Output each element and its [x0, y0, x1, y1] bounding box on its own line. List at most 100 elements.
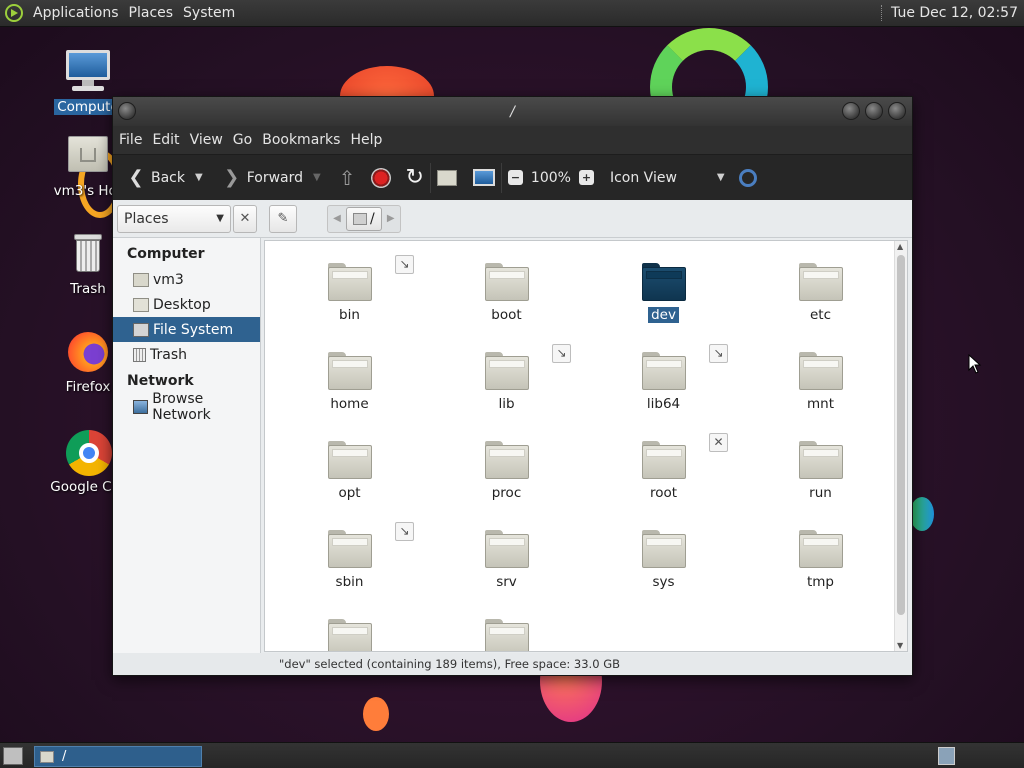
path-crumb-root[interactable]: / — [346, 206, 382, 231]
os-logo-icon[interactable] — [5, 4, 23, 22]
file-item[interactable]: boot — [428, 259, 585, 348]
file-item[interactable]: ↘ lib64 — [585, 344, 742, 437]
file-item[interactable]: mnt — [742, 348, 899, 437]
icon-view[interactable]: ↘ bin boot dev etc home ↘ lib ↘ lib64 mnt opt proc ✕ r… — [264, 240, 908, 652]
folder-icon — [327, 352, 372, 390]
menu-edit[interactable]: Edit — [148, 132, 183, 148]
chevron-down-icon: ▼ — [216, 213, 224, 224]
show-desktop-icon[interactable] — [3, 747, 23, 765]
file-item[interactable]: ↘ lib — [428, 344, 585, 437]
up-arrow-icon[interactable]: ⇧ — [339, 166, 356, 190]
folder-icon — [327, 530, 372, 568]
file-item[interactable]: srv — [428, 526, 585, 615]
places-menu[interactable]: Places — [125, 5, 178, 21]
menu-help[interactable]: Help — [346, 132, 386, 148]
folder-icon — [327, 441, 372, 479]
file-item[interactable] — [271, 615, 428, 651]
file-item[interactable]: opt — [271, 437, 428, 526]
home-icon[interactable] — [436, 169, 457, 186]
forward-history-dropdown[interactable]: ▼ — [313, 172, 321, 183]
view-mode-select[interactable]: Icon View — [610, 170, 677, 186]
minimize-button[interactable] — [842, 102, 860, 120]
zoom-in-icon[interactable]: + — [578, 170, 594, 185]
close-button[interactable] — [888, 102, 906, 120]
close-sidebar-icon[interactable]: ✕ — [233, 204, 257, 233]
file-item[interactable]: run — [742, 437, 899, 526]
zoom-level: 100% — [530, 169, 571, 186]
maximize-button[interactable] — [865, 102, 883, 120]
edit-location-icon[interactable]: ✎ — [269, 204, 297, 233]
view-mode-dropdown-icon[interactable]: ▼ — [717, 172, 725, 183]
forward-button[interactable]: ❯ Forward — [217, 161, 307, 195]
vertical-scrollbar[interactable]: ▲ ▼ — [894, 241, 907, 651]
stop-icon[interactable] — [371, 167, 392, 188]
content-area: Computer vm3 Desktop File System Trash N… — [113, 238, 912, 675]
scrollbar-thumb[interactable] — [897, 255, 905, 615]
sidebar-item-vm3[interactable]: vm3 — [113, 267, 260, 292]
file-item[interactable]: ✕ root — [585, 433, 742, 526]
reload-icon[interactable]: ↻ — [405, 165, 423, 190]
file-name: dev — [648, 307, 679, 323]
file-name: sys — [652, 574, 675, 590]
folder-icon — [798, 530, 843, 568]
file-name: root — [649, 485, 678, 501]
scroll-up-icon[interactable]: ▲ — [897, 242, 903, 251]
search-icon[interactable] — [738, 168, 757, 187]
sidebar-item-trash[interactable]: Trash — [113, 342, 260, 367]
toolbar-separator — [429, 162, 431, 193]
taskbar-window-button[interactable]: / — [34, 746, 202, 767]
file-name: bin — [339, 307, 360, 323]
sidebar-item-file-system[interactable]: File System — [113, 317, 260, 342]
file-item[interactable]: etc — [742, 259, 899, 348]
file-grid: ↘ bin boot dev etc home ↘ lib ↘ lib64 mnt opt proc ✕ r… — [271, 255, 895, 651]
no-access-emblem-icon: ✕ — [709, 433, 728, 452]
menu-view[interactable]: View — [186, 132, 227, 148]
desktop-icon-label: Trash — [70, 281, 106, 297]
file-item[interactable] — [428, 615, 585, 651]
symlink-emblem-icon: ↘ — [395, 255, 414, 274]
desktop-folder-icon — [133, 297, 149, 312]
menu-bookmarks[interactable]: Bookmarks — [258, 132, 344, 148]
folder-icon — [641, 352, 686, 390]
chrome-icon — [64, 430, 112, 476]
path-right-arrow-icon[interactable]: ▶ — [382, 213, 400, 224]
file-item[interactable]: ↘ bin — [271, 255, 428, 348]
back-label: Back — [151, 169, 185, 186]
folder-icon — [484, 530, 529, 568]
sidebar-item-browse-network[interactable]: Browse Network — [113, 391, 260, 423]
clock[interactable]: Tue Dec 12, 02:57 — [891, 5, 1018, 21]
home-icon — [133, 272, 149, 287]
system-menu[interactable]: System — [179, 5, 239, 21]
menu-file[interactable]: File — [115, 132, 146, 148]
network-icon — [133, 399, 149, 414]
applications-menu[interactable]: Applications — [29, 5, 123, 21]
desktop-icon-label: Firefox — [65, 379, 111, 395]
file-name: proc — [491, 485, 522, 501]
menu-go[interactable]: Go — [229, 132, 256, 148]
scroll-down-icon[interactable]: ▼ — [897, 641, 903, 650]
workspace-switcher[interactable] — [938, 747, 955, 765]
symlink-emblem-icon: ↘ — [395, 522, 414, 541]
window-menu-button[interactable] — [118, 102, 136, 120]
back-button[interactable]: ❮ Back — [121, 161, 189, 195]
computer-icon[interactable] — [472, 169, 495, 186]
file-name: etc — [809, 307, 832, 323]
file-item[interactable]: proc — [428, 437, 585, 526]
zoom-out-icon[interactable]: − — [507, 170, 523, 185]
symlink-emblem-icon: ↘ — [552, 344, 571, 363]
computer-icon — [64, 50, 112, 96]
file-manager-window: / File Edit View Go Bookmarks Help ❮ Bac… — [112, 96, 913, 676]
file-name: run — [809, 485, 832, 501]
folder-icon — [484, 441, 529, 479]
folder-icon — [641, 530, 686, 568]
file-item[interactable]: home — [271, 348, 428, 437]
file-item[interactable]: ↘ sbin — [271, 522, 428, 615]
file-item[interactable]: sys — [585, 526, 742, 615]
sidebar-pane-select[interactable]: Places ▼ — [117, 204, 231, 233]
file-item[interactable]: tmp — [742, 526, 899, 615]
sidebar-item-desktop[interactable]: Desktop — [113, 292, 260, 317]
path-left-arrow-icon[interactable]: ◀ — [328, 213, 346, 224]
window-titlebar[interactable]: / — [113, 97, 912, 126]
file-item[interactable]: dev — [585, 259, 742, 348]
back-history-dropdown[interactable]: ▼ — [195, 172, 203, 183]
